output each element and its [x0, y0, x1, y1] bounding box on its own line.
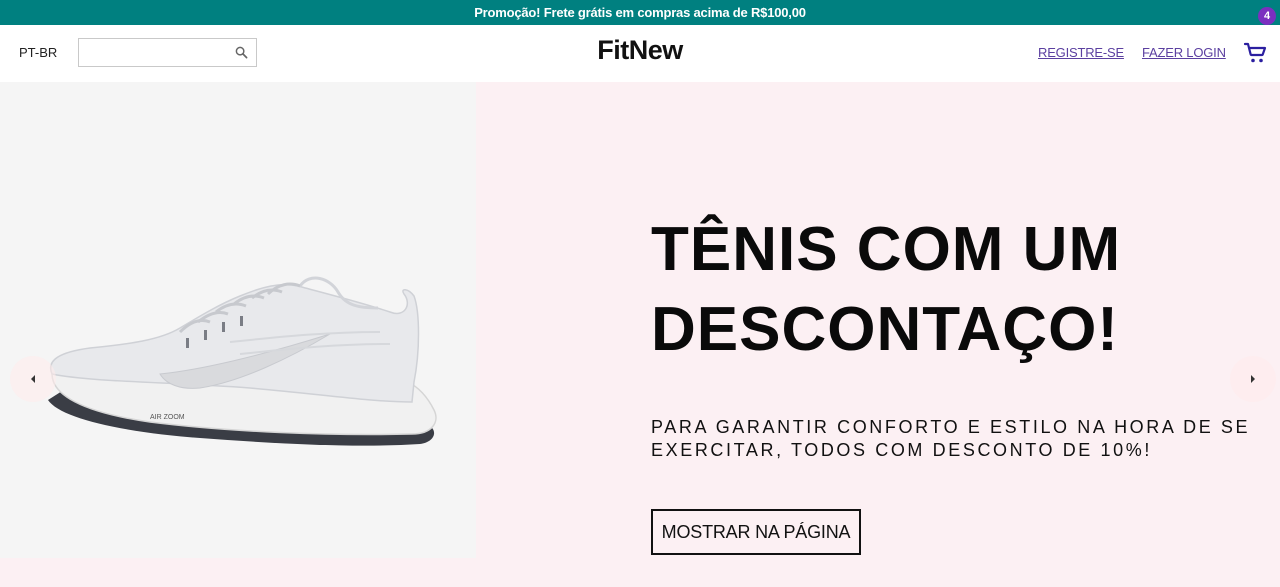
- running-shoe-image: AIR ZOOM: [48, 276, 437, 446]
- hero-banner: AIR ZOOM TÊNIS COM UM DESCONTAÇO! PARA G…: [0, 82, 1280, 587]
- cart-icon[interactable]: [1243, 41, 1269, 65]
- search-box: [78, 38, 257, 67]
- brand-logo[interactable]: FitNew: [597, 35, 683, 65]
- hero-product-image: AIR ZOOM: [0, 82, 476, 558]
- search-input[interactable]: [79, 39, 229, 66]
- chevron-right-icon: [1251, 375, 1255, 383]
- language-selector[interactable]: PT-BR: [19, 45, 57, 60]
- hero-title-line2: DESCONTAÇO!: [651, 295, 1119, 364]
- search-icon[interactable]: [235, 46, 248, 59]
- site-header: PT-BR FitNew REGISTRE-SE FAZER LOGIN: [0, 25, 1280, 82]
- hero-title-line1: TÊNIS COM UM: [651, 215, 1122, 284]
- login-link[interactable]: FAZER LOGIN: [1142, 45, 1226, 60]
- carousel-next-button[interactable]: [1230, 356, 1276, 402]
- hero-subtitle: PARA GARANTIR CONFORTO E ESTILO NA HORA …: [651, 417, 1251, 460]
- register-link[interactable]: REGISTRE-SE: [1038, 45, 1124, 60]
- show-on-page-button[interactable]: MOSTRAR NA PÁGINA: [651, 509, 861, 555]
- hero-title: TÊNIS COM UM DESCONTAÇO!: [651, 210, 1251, 370]
- promo-banner: Promoção! Frete grátis em compras acima …: [0, 0, 1280, 25]
- shoe-logo-text: AIR ZOOM: [150, 414, 185, 421]
- carousel-prev-button[interactable]: [10, 356, 56, 402]
- cart-count: 4: [1263, 10, 1271, 22]
- chevron-left-icon: [31, 375, 35, 383]
- cart-count-badge: 4: [1258, 7, 1276, 25]
- promo-text: Promoção! Frete grátis em compras acima …: [474, 5, 806, 20]
